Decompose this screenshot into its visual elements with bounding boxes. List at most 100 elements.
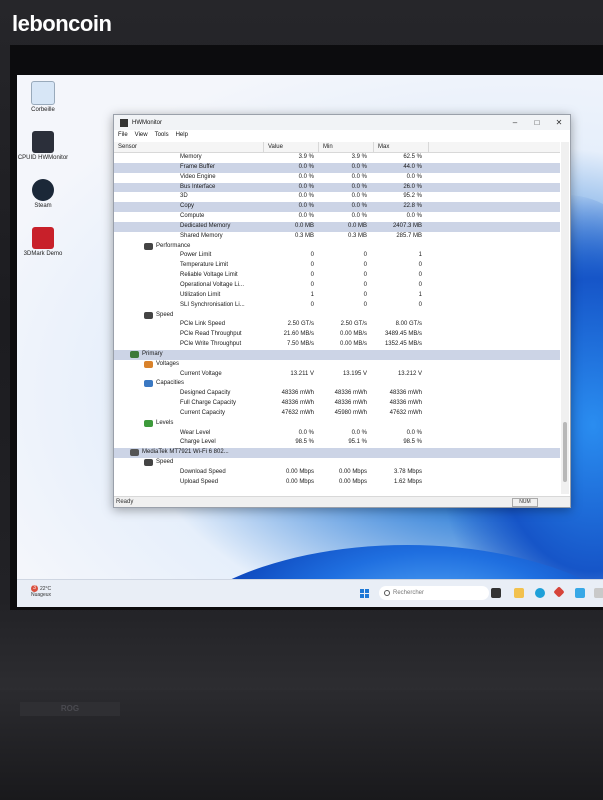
gauge-icon — [144, 459, 153, 467]
sensor-group-row[interactable]: Primary — [114, 349, 560, 360]
sensor-group-row[interactable]: Performance — [114, 242, 560, 252]
sensor-row[interactable]: Shared Memory 0.3 MB 0.3 MB 285.7 MB — [114, 232, 560, 242]
search-placeholder: Rechercher — [393, 590, 425, 596]
sensor-name: Bus Interface — [180, 183, 216, 190]
close-icon[interactable]: ✕ — [548, 118, 570, 127]
sensor-max: 0.0 % — [406, 213, 422, 220]
sensor-name: Power Limit — [180, 252, 212, 259]
sensor-name: Designed Capacity — [180, 390, 231, 397]
sensor-name: Copy — [180, 203, 195, 210]
sensor-row[interactable]: Dedicated Memory 0.0 MB 0.0 MB 2407.3 MB — [114, 221, 560, 232]
column-value[interactable]: Value — [264, 142, 319, 152]
menu-help[interactable]: Help — [176, 132, 188, 138]
column-min[interactable]: Min — [319, 142, 374, 152]
hwmonitor-window: HWMonitor – □ ✕ File View Tools Help Sen… — [113, 114, 571, 508]
sensor-max: 62.5 % — [403, 154, 422, 160]
sensor-group-row[interactable]: Speed — [114, 311, 560, 321]
sensor-row[interactable]: Full Charge Capacity 48336 mWh 48336 mWh 48… — [114, 399, 560, 409]
sensor-max: 8.00 GT/s — [395, 321, 422, 328]
sensor-name: Performance — [156, 242, 191, 249]
gauge-icon — [144, 242, 153, 250]
windows-start-icon[interactable] — [360, 589, 370, 599]
scrollbar-thumb[interactable] — [563, 422, 567, 482]
window-titlebar[interactable]: HWMonitor – □ ✕ — [114, 115, 570, 130]
sensor-group-row[interactable]: Levels — [114, 419, 560, 429]
sensor-row[interactable]: Compute 0.0 % 0.0 % 0.0 % — [114, 212, 560, 222]
sensor-group-row[interactable]: Capacities — [114, 379, 560, 389]
sensor-group-row[interactable]: Voltages — [114, 360, 560, 370]
sensor-max: 48336 mWh — [389, 390, 422, 397]
sensor-name: Speed — [156, 459, 174, 466]
minimize-icon[interactable]: – — [504, 118, 526, 127]
sensor-name: Primary — [142, 350, 163, 357]
menu-view[interactable]: View — [135, 132, 148, 138]
sensor-value: 0 — [310, 262, 314, 269]
sensor-min: 13.195 V — [342, 370, 367, 377]
sensor-row[interactable]: Current Voltage 13.211 V 13.195 V 13.212 V — [114, 370, 560, 380]
sensor-min: 0.0 % — [351, 429, 367, 436]
sensor-row[interactable]: Reliable Voltage Limit 0 0 0 — [114, 271, 560, 281]
sensor-row[interactable]: SLI Synchronisation Li... 0 0 0 — [114, 301, 560, 311]
desktop-icon-recycle-bin[interactable]: Corbeille — [17, 81, 69, 114]
search-icon — [384, 590, 390, 596]
sensor-row[interactable]: Frame Buffer 0.0 % 0.0 % 44.0 % — [114, 162, 560, 173]
taskbar-search[interactable]: Rechercher — [379, 586, 489, 600]
sensor-row[interactable]: Video Engine 0.0 % 0.0 % 0.0 % — [114, 173, 560, 183]
column-sensor[interactable]: Sensor — [114, 142, 264, 152]
tray-app-icon[interactable] — [594, 588, 603, 598]
file-explorer-icon[interactable] — [514, 588, 524, 598]
settings-app-icon[interactable] — [575, 588, 585, 598]
sensor-name: Charge Level — [180, 439, 216, 446]
sensor-row[interactable]: Bus Interface 0.0 % 0.0 % 26.0 % — [114, 182, 560, 193]
weather-widget[interactable]: 3 22°C Nuageux — [31, 585, 51, 598]
sensor-max: 3.78 Mbps — [393, 469, 422, 475]
desktop-icon-label: 3DMark Demo — [23, 251, 63, 257]
sensor-row[interactable]: Copy 0.0 % 0.0 % 22.8 % — [114, 202, 560, 213]
sensor-name: Compute — [180, 213, 205, 220]
3dmark-icon — [32, 227, 54, 249]
sensor-row[interactable]: PCIe Write Throughput 7.50 MB/s 0.00 MB/s 1… — [114, 340, 560, 350]
sensor-name: Operational Voltage Li... — [180, 281, 245, 288]
desktop-icon-steam[interactable]: Steam — [17, 179, 69, 210]
sensor-row[interactable]: PCIe Link Speed 2.50 GT/s 2.50 GT/s 8.00 GT… — [114, 320, 560, 330]
sensor-row[interactable]: Temperature Limit 0 0 0 — [114, 261, 560, 271]
sensor-row[interactable]: Charge Level 98.5 % 95.1 % 98.5 % — [114, 438, 560, 448]
sensor-row[interactable]: Upload Speed 0.00 Mbps 0.00 Mbps 1.62 Mbps — [114, 478, 560, 488]
desktop-icon-3dmark[interactable]: 3DMark Demo — [17, 227, 69, 258]
sensor-row[interactable]: 3D 0.0 % 0.0 % 95.2 % — [114, 192, 560, 202]
sensor-value: 21.60 MB/s — [283, 331, 314, 338]
menu-file[interactable]: File — [118, 132, 128, 138]
sensor-row[interactable]: Utilization Limit 1 0 1 — [114, 291, 560, 301]
sensor-min: 0.0 % — [351, 183, 367, 190]
edge-icon[interactable] — [535, 588, 545, 598]
sensor-row[interactable]: Wear Level 0.0 % 0.0 % 0.0 % — [114, 429, 560, 439]
maximize-icon[interactable]: □ — [526, 118, 548, 127]
sensor-row[interactable]: Download Speed 0.00 Mbps 0.00 Mbps 3.78 Mbp… — [114, 468, 560, 478]
desktop-icon-hwmonitor[interactable]: CPUID HWMonitor — [17, 131, 69, 162]
sensor-name: Speed — [156, 311, 174, 318]
sensor-row[interactable]: Designed Capacity 48336 mWh 48336 mWh 48336… — [114, 389, 560, 399]
sensor-max: 1 — [418, 252, 422, 259]
sensor-name: Temperature Limit — [180, 262, 229, 269]
sensor-row[interactable]: Memory 3.9 % 3.9 % 62.5 % — [114, 153, 560, 163]
sensor-row[interactable]: Power Limit 0 0 1 — [114, 251, 560, 261]
sensor-value: 0 — [310, 301, 314, 308]
sensor-name: MediaTek MT7921 Wi-Fi 6 802... — [142, 449, 229, 456]
sensor-min: 48336 mWh — [334, 400, 367, 407]
sensor-row[interactable]: PCIe Read Throughput 21.60 MB/s 0.00 MB/s 3… — [114, 330, 560, 340]
vertical-scrollbar[interactable] — [561, 142, 569, 494]
site-logo: leboncoin — [12, 11, 112, 36]
task-view-icon[interactable] — [491, 588, 501, 598]
sensor-row[interactable]: Operational Voltage Li... 0 0 0 — [114, 281, 560, 291]
menu-tools[interactable]: Tools — [155, 132, 169, 138]
sensor-row[interactable]: Current Capacity 47632 mWh 45980 mWh 47632 … — [114, 409, 560, 419]
sensor-group-row[interactable]: MediaTek MT7921 Wi-Fi 6 802... — [114, 448, 560, 459]
sensor-max: 0 — [418, 281, 422, 288]
sensor-name: 3D — [180, 193, 188, 200]
sensor-max: 0 — [418, 301, 422, 308]
sensor-name: Current Capacity — [180, 409, 226, 416]
column-max[interactable]: Max — [374, 142, 429, 152]
sensor-group-row[interactable]: Speed — [114, 458, 560, 468]
red-app-icon[interactable] — [553, 586, 565, 598]
sensor-name: Shared Memory — [180, 232, 223, 239]
